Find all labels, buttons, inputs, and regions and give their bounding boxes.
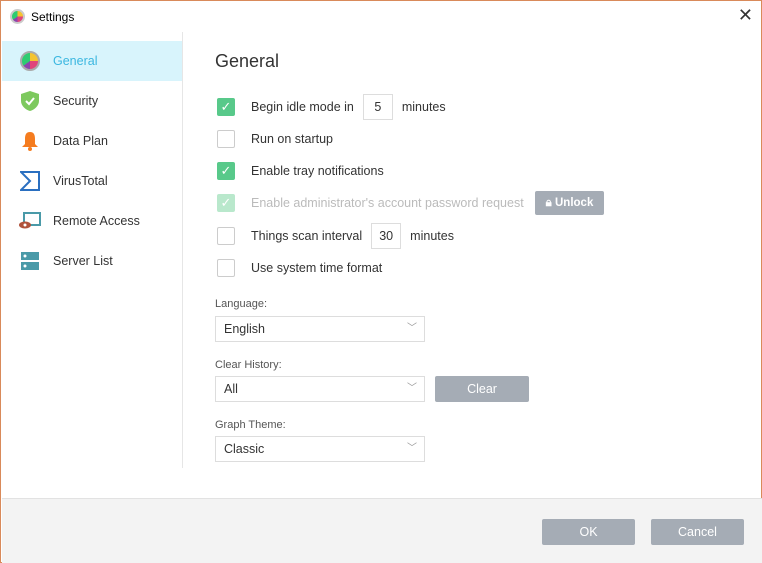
bell-icon	[19, 130, 41, 152]
sidebar-item-server-list[interactable]: Server List	[2, 241, 182, 281]
sidebar-item-label: Server List	[53, 254, 113, 268]
chevron-down-icon: ﹀	[407, 443, 417, 454]
sidebar-item-label: General	[53, 54, 98, 68]
sidebar: General Security Data Plan VirusTotal Re…	[2, 32, 183, 468]
lock-icon: 🔒︎	[545, 197, 555, 209]
unlock-button[interactable]: 🔒︎ Unlock	[534, 191, 605, 215]
option-label: Enable tray notifications	[251, 164, 384, 178]
admin-password-checkbox: ✓	[217, 194, 235, 212]
sidebar-item-virustotal[interactable]: VirusTotal	[2, 161, 182, 201]
app-logo-icon	[10, 9, 25, 24]
window-title: Settings	[31, 10, 75, 24]
sidebar-item-general[interactable]: General	[2, 41, 182, 81]
idle-minutes-input[interactable]: 5	[362, 94, 393, 120]
scan-interval-checkbox[interactable]	[217, 227, 235, 245]
chevron-down-icon: ﹀	[407, 323, 417, 334]
option-label: Use system time format	[251, 261, 383, 275]
sidebar-item-label: VirusTotal	[53, 174, 108, 188]
close-button[interactable]: ✕	[738, 5, 753, 26]
sidebar-item-label: Security	[53, 94, 99, 108]
run-on-startup-checkbox[interactable]	[217, 130, 235, 148]
cancel-button[interactable]: Cancel	[651, 519, 744, 545]
sidebar-item-remote-access[interactable]: Remote Access	[2, 201, 182, 241]
option-suffix: minutes	[410, 229, 454, 243]
sidebar-item-label: Remote Access	[53, 214, 140, 228]
system-time-checkbox[interactable]	[217, 259, 235, 277]
history-value: All	[224, 382, 238, 396]
language-value: English	[224, 322, 265, 336]
server-icon	[19, 250, 41, 272]
theme-value: Classic	[224, 442, 265, 456]
clear-history-label: Clear History:	[215, 359, 282, 371]
option-label: Things scan interval	[251, 229, 363, 243]
scan-interval-option: Things scan interval 30 minutes	[217, 223, 454, 249]
graph-theme-label: Graph Theme:	[215, 419, 286, 431]
graph-theme-select[interactable]: Classic ﹀	[215, 436, 425, 462]
idle-mode-checkbox[interactable]: ✓	[217, 98, 235, 116]
footer: OK Cancel	[2, 498, 762, 563]
clear-button[interactable]: Clear	[435, 376, 529, 402]
sidebar-item-data-plan[interactable]: Data Plan	[2, 121, 182, 161]
ok-button[interactable]: OK	[542, 519, 635, 545]
chevron-down-icon: ﹀	[407, 383, 417, 394]
admin-password-option: ✓ Enable administrator's account passwor…	[217, 191, 605, 215]
title-bar: Settings ✕	[1, 1, 761, 32]
option-label: Enable administrator's account password …	[251, 196, 524, 210]
settings-window: Settings ✕ General Security Data Plan Vi…	[0, 0, 762, 563]
unlock-label: Unlock	[555, 197, 594, 209]
virustotal-sigma-icon	[19, 170, 41, 192]
general-logo-icon	[19, 50, 41, 72]
language-label: Language:	[215, 298, 267, 310]
tray-notifications-option: ✓ Enable tray notifications	[217, 160, 384, 182]
system-time-option: Use system time format	[217, 257, 382, 279]
shield-check-icon	[19, 90, 41, 112]
run-on-startup-option: Run on startup	[217, 128, 333, 150]
page-title: General	[215, 51, 280, 71]
clear-history-select[interactable]: All ﹀	[215, 376, 425, 402]
option-label: Begin idle mode in	[251, 100, 354, 114]
option-suffix: minutes	[401, 100, 446, 114]
sidebar-item-label: Data Plan	[53, 134, 108, 148]
idle-mode-option: ✓ Begin idle mode in 5 minutes	[217, 94, 446, 120]
scan-interval-input[interactable]: 30	[371, 223, 402, 249]
sidebar-item-security[interactable]: Security	[2, 81, 182, 121]
monitor-eye-icon	[19, 210, 41, 232]
tray-notifications-checkbox[interactable]: ✓	[217, 162, 235, 180]
option-label: Run on startup	[251, 132, 333, 146]
language-select[interactable]: English ﹀	[215, 316, 425, 342]
